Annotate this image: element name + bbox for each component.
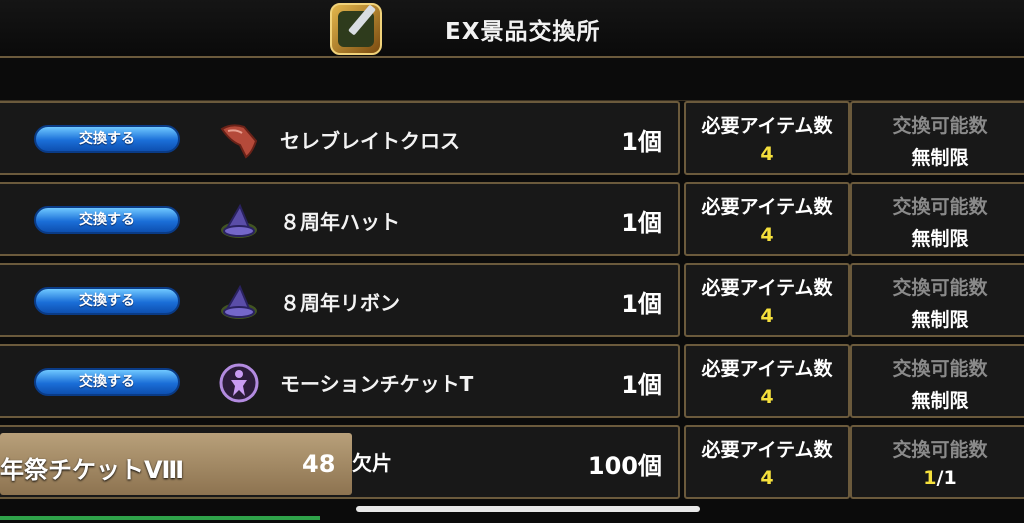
available-label: 交換可能数 xyxy=(892,277,988,299)
list-item: 交換する ８周年リボン 1個 必要アイテム数 4 交換可能数 無制限 xyxy=(0,263,1024,341)
item-name: ８周年ハット xyxy=(280,210,400,234)
required-label: 必要アイテム数 xyxy=(701,115,833,137)
required-items-cell: 必要アイテム数 4 xyxy=(684,101,850,175)
required-value: 4 xyxy=(760,305,774,327)
available-cell: 交換可能数 無制限 xyxy=(850,344,1024,418)
exchange-button[interactable]: 交換する xyxy=(34,368,180,396)
available-value: 無制限 xyxy=(911,147,969,169)
item-quantity: 1個 xyxy=(621,290,662,318)
available-value: 無制限 xyxy=(911,228,969,250)
motion-ticket-icon xyxy=(219,363,259,403)
available-cell: 交換可能数 1/1 xyxy=(850,425,1024,499)
required-value: 4 xyxy=(760,143,774,165)
required-items-cell: 必要アイテム数 4 xyxy=(684,344,850,418)
required-label: 必要アイテム数 xyxy=(701,196,833,218)
ticket-name: 年祭チケットⅧ xyxy=(0,456,185,484)
required-label: 必要アイテム数 xyxy=(701,358,833,380)
item-quantity: 1個 xyxy=(621,128,662,156)
available-label: 交換可能数 xyxy=(892,115,988,137)
required-value: 4 xyxy=(760,224,774,246)
scroll-indicator[interactable] xyxy=(356,506,700,512)
item-name: セレブレイトクロス xyxy=(280,129,460,153)
available-value: 無制限 xyxy=(911,390,969,412)
progress-bar xyxy=(0,516,320,520)
list-item: 交換する モーションチケットT 1個 必要アイテム数 4 交換可能数 無制限 xyxy=(0,344,1024,422)
header-bar: EX景品交換所 xyxy=(0,0,1024,58)
shop-icon xyxy=(330,3,382,55)
required-label: 必要アイテム数 xyxy=(701,277,833,299)
required-value: 4 xyxy=(760,467,774,489)
exchange-button[interactable]: 交換する xyxy=(34,287,180,315)
available-cell: 交換可能数 無制限 xyxy=(850,182,1024,256)
available-label: 交換可能数 xyxy=(892,358,988,380)
available-value: 無制限 xyxy=(911,309,969,331)
list-item: 交換する ８周年ハット 1個 必要アイテム数 4 交換可能数 無制限 xyxy=(0,182,1024,260)
cloth-icon xyxy=(220,124,258,159)
list-item: 年祭チケットⅧ 48 欠片 100個 必要アイテム数 4 交換可能数 1/1 xyxy=(0,425,1024,503)
hat-icon xyxy=(221,203,257,238)
item-name: モーションチケットT xyxy=(280,372,474,396)
item-name: 欠片 xyxy=(352,451,392,475)
available-current: 1 xyxy=(923,467,937,489)
available-label: 交換可能数 xyxy=(892,196,988,218)
required-items-cell: 必要アイテム数 4 xyxy=(684,425,850,499)
ticket-count-box: 年祭チケットⅧ 48 xyxy=(0,433,352,495)
required-label: 必要アイテム数 xyxy=(701,439,833,461)
available-cell: 交換可能数 無制限 xyxy=(850,263,1024,337)
available-label: 交換可能数 xyxy=(892,439,988,461)
header-spacer xyxy=(0,58,1024,101)
available-total: /1 xyxy=(936,467,957,489)
list-item: 交換する セレブレイトクロス 1個 必要アイテム数 4 交換可能数 無制限 xyxy=(0,101,1024,179)
exchange-button[interactable]: 交換する xyxy=(34,206,180,234)
page-title: EX景品交換所 xyxy=(445,19,601,45)
item-name: ８周年リボン xyxy=(280,291,400,315)
item-quantity: 1個 xyxy=(621,209,662,237)
required-items-cell: 必要アイテム数 4 xyxy=(684,263,850,337)
ticket-count: 48 xyxy=(302,450,336,478)
available-cell: 交換可能数 無制限 xyxy=(850,101,1024,175)
item-quantity: 1個 xyxy=(621,371,662,399)
exchange-button[interactable]: 交換する xyxy=(34,125,180,153)
required-value: 4 xyxy=(760,386,774,408)
available-value: 1/1 xyxy=(852,467,1024,489)
item-quantity: 100個 xyxy=(587,452,662,480)
hat-icon xyxy=(221,284,257,319)
required-items-cell: 必要アイテム数 4 xyxy=(684,182,850,256)
